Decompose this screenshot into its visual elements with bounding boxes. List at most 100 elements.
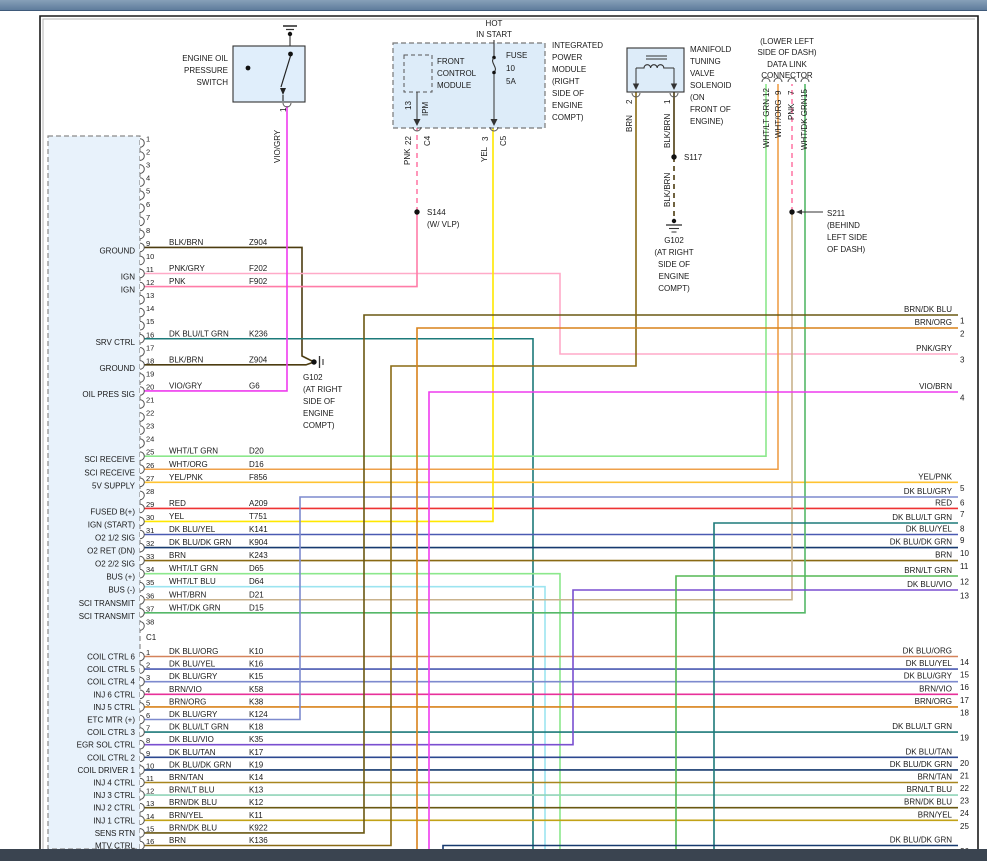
- circuit-code: F856: [249, 473, 268, 482]
- svg-text:13: 13: [404, 101, 413, 110]
- exit-number: 15: [960, 671, 969, 680]
- pin-number: 35: [146, 578, 154, 587]
- switch-label: ENGINE OIL: [182, 54, 228, 63]
- pin-number: 38: [146, 617, 154, 626]
- wire-color-name: DK BLU/YEL: [169, 525, 216, 534]
- pin-terminal: [140, 361, 144, 370]
- wire-color-name: DK BLU/DK GRN: [169, 760, 231, 769]
- svg-text:POWER: POWER: [552, 53, 582, 62]
- exit-wire-name: BRN/ORG: [915, 318, 952, 327]
- exit-wire-name: BRN/TAN: [917, 773, 952, 782]
- svg-text:(AT RIGHT: (AT RIGHT: [654, 248, 693, 257]
- svg-text:(AT RIGHT: (AT RIGHT: [303, 385, 342, 394]
- pin-number: 7: [146, 213, 150, 222]
- circuit-code: K136: [249, 836, 268, 845]
- pin-number: 14: [146, 812, 154, 821]
- svg-text:OF DASH): OF DASH): [827, 245, 866, 254]
- pin-function-label: BUS (-): [108, 586, 135, 595]
- circuit-code: K58: [249, 685, 264, 694]
- circuit-code: D20: [249, 447, 264, 456]
- pin-terminal: [140, 204, 144, 213]
- svg-text:CONNECTOR: CONNECTOR: [761, 71, 813, 80]
- pin-terminal: [140, 728, 144, 737]
- svg-text:15: 15: [800, 89, 809, 98]
- pin-function-label: SRV CTRL: [96, 338, 136, 347]
- circuit-code: K35: [249, 735, 264, 744]
- splice-s211: S211 (BEHIND LEFT SIDE OF DASH): [789, 209, 867, 254]
- pin-function-label: INJ 1 CTRL: [93, 816, 135, 825]
- pin-terminal: [140, 766, 144, 775]
- pin-number: 22: [146, 409, 154, 418]
- svg-text:SIDE OF: SIDE OF: [303, 397, 335, 406]
- exit-number: 23: [960, 797, 969, 806]
- svg-text:7: 7: [787, 90, 796, 95]
- wire-name: WHT/ORG: [774, 99, 783, 138]
- pin-function-label: SCI TRANSMIT: [79, 599, 135, 608]
- data-link-connector: (LOWER LEFT SIDE OF DASH) DATA LINK CONN…: [757, 37, 816, 150]
- pin-number: 15: [146, 824, 154, 833]
- pin-number: 30: [146, 513, 154, 522]
- exit-number: 24: [960, 809, 969, 818]
- exit-number: 20: [960, 759, 969, 768]
- circuit-code: K141: [249, 525, 268, 534]
- exit-number: 7: [960, 510, 965, 519]
- svg-text:COMPT): COMPT): [658, 284, 690, 293]
- pin-function-label: FUSED B(+): [90, 507, 135, 516]
- circuit-code: D64: [249, 577, 264, 586]
- exit-wire-name: DK BLU/ORG: [903, 647, 952, 656]
- arrow-left-icon: [796, 210, 802, 215]
- svg-text:PRESSURE: PRESSURE: [184, 66, 228, 75]
- circuit-code: K18: [249, 723, 264, 732]
- exit-number: 22: [960, 784, 969, 793]
- exit-wire-name: BRN/ORG: [915, 697, 952, 706]
- pin-terminal: [140, 282, 144, 291]
- pin-number: 26: [146, 461, 154, 470]
- ground-g102-right: G102 (AT RIGHT SIDE OF ENGINE COMPT): [654, 219, 693, 293]
- circuit-code: K19: [249, 760, 264, 769]
- splice-dot: [414, 209, 419, 214]
- pin-number: 16: [146, 330, 154, 339]
- exit-wire-name: BRN/YEL: [918, 810, 953, 819]
- wire-color-name: RED: [169, 499, 186, 508]
- pin-terminal: [140, 652, 144, 661]
- pin-number: 1: [146, 135, 150, 144]
- wire-name: YEL: [480, 146, 489, 162]
- svg-text:12: 12: [762, 88, 771, 97]
- pin-terminal: [140, 400, 144, 409]
- pin-number: 1: [146, 648, 150, 657]
- circuit-code: K922: [249, 823, 268, 832]
- exit-wire-name: DK BLU/DK GRN: [890, 538, 952, 547]
- pin-function-label: SCI TRANSMIT: [79, 612, 135, 621]
- svg-text:SIDE OF DASH): SIDE OF DASH): [757, 48, 816, 57]
- pin-terminal: [140, 491, 144, 500]
- splice-s144: S144 (W/ VLP): [414, 208, 459, 229]
- pin-number: 32: [146, 539, 154, 548]
- exit-wire-name: BRN/LT GRN: [904, 566, 952, 575]
- pin-number: 15: [146, 317, 154, 326]
- pin-function-label: SCI RECEIVE: [84, 468, 135, 477]
- wire-color-name: BRN/DK BLU: [169, 823, 217, 832]
- svg-text:G102: G102: [664, 236, 684, 245]
- wire-name: BLK/BRN: [663, 173, 672, 207]
- svg-text:2: 2: [625, 99, 634, 104]
- pin-number: 36: [146, 591, 154, 600]
- svg-text:G102: G102: [303, 373, 323, 382]
- svg-text:S117: S117: [684, 153, 703, 162]
- pin-terminal: [140, 387, 144, 396]
- pin-number: 20: [146, 383, 154, 392]
- pin-function-label: GROUND: [99, 246, 135, 255]
- svg-text:SIDE OF: SIDE OF: [658, 260, 690, 269]
- pin-terminal: [140, 139, 144, 148]
- wire-color-name: DK BLU/YEL: [169, 660, 216, 669]
- svg-text:9: 9: [774, 90, 783, 95]
- svg-text:ENGINE): ENGINE): [690, 117, 724, 126]
- svg-text:(LOWER LEFT: (LOWER LEFT: [760, 37, 814, 46]
- pin-number: 10: [146, 761, 154, 770]
- pin-number: 5: [146, 187, 150, 196]
- pin-number: 6: [146, 200, 150, 209]
- exit-number: 17: [960, 696, 969, 705]
- circuit-code: K38: [249, 697, 264, 706]
- mtv-label: MANIFOLD: [690, 45, 732, 54]
- wire-color-name: VIO/GRY: [169, 382, 203, 391]
- circuit-code: K11: [249, 811, 263, 820]
